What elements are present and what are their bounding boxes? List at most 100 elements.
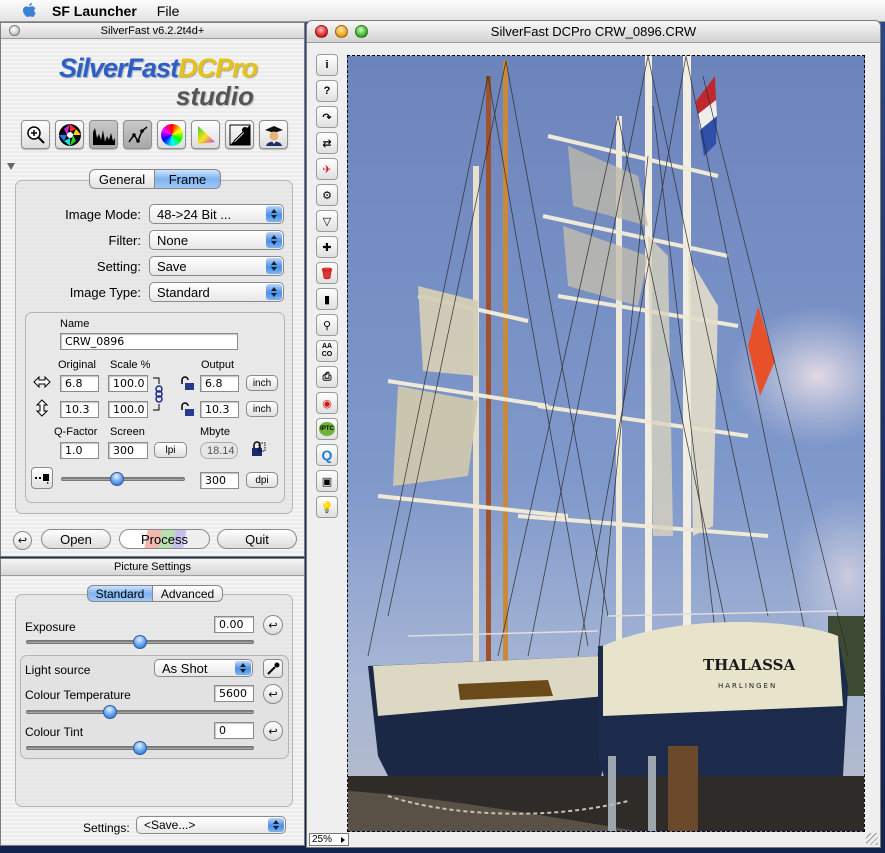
histogram-tool[interactable] (89, 120, 118, 149)
popup-arrows-icon (268, 818, 284, 832)
gradation-curve-tool[interactable] (123, 120, 152, 149)
width-unit-button[interactable]: inch (246, 375, 278, 391)
apple-menu-icon[interactable] (20, 2, 38, 20)
frame-options-button[interactable] (31, 467, 53, 489)
color-wheel-shutter-icon (58, 123, 81, 146)
rotate-button[interactable]: ↷ (316, 106, 338, 128)
colour-temperature-field[interactable]: 5600 (214, 685, 254, 702)
preview-image[interactable]: THALASSA HARLINGEN (347, 55, 865, 832)
unlocked-padlock-icon[interactable] (179, 376, 195, 390)
info-button[interactable]: i (316, 54, 338, 76)
ship-port-harlingen: HARLINGEN (718, 682, 777, 690)
palette-titlebar[interactable]: SilverFast v6.2.2t4d+ (1, 23, 304, 39)
colour-temperature-slider-track[interactable] (26, 710, 254, 714)
job-manager-icon: ▣ (321, 475, 333, 488)
chain-link-icon[interactable] (151, 376, 165, 412)
image-mode-label: Image Mode: (65, 207, 141, 222)
unlocked-padlock-icon[interactable] (179, 402, 195, 416)
delete-frame-button[interactable]: 🗑 (316, 262, 338, 284)
zoom-arrow-icon (341, 836, 345, 843)
print-button[interactable]: ⎙ (316, 366, 338, 388)
resize-grip[interactable] (866, 833, 878, 845)
tab-general[interactable]: General (89, 169, 155, 189)
tab-frame[interactable]: Frame (155, 169, 221, 189)
exposure-field[interactable]: 0.00 (214, 616, 254, 633)
app-menu[interactable]: SF Launcher (52, 3, 137, 19)
qfactor-field[interactable]: 1.0 (60, 442, 99, 459)
white-balance-picker-button[interactable] (263, 659, 283, 678)
screen-unit-button[interactable]: lpi (154, 442, 187, 458)
colour-tint-field[interactable]: 0 (214, 722, 254, 739)
unsharp-mask-tool[interactable] (225, 120, 254, 149)
settings-popup[interactable]: <Save...> (136, 816, 286, 834)
original-height-field[interactable]: 10.3 (60, 401, 99, 418)
global-color-tool[interactable] (157, 120, 186, 149)
quit-button[interactable]: Quit (217, 529, 297, 549)
minimize-button[interactable] (335, 25, 348, 38)
resolution-field[interactable]: 300 (200, 472, 239, 489)
colour-temperature-reset-button[interactable]: ↩ (263, 684, 283, 704)
aaco-button[interactable]: AA CO (316, 340, 338, 362)
image-type-label: Image Type: (69, 285, 141, 300)
image-mode-popup[interactable]: 48->24 Bit ... (149, 204, 284, 224)
height-unit-button[interactable]: inch (246, 401, 278, 417)
curve-icon (127, 125, 147, 143)
image-type-popup[interactable]: Standard (149, 282, 284, 302)
zoom-level-value: 25% (312, 834, 333, 845)
output-height-field[interactable]: 10.3 (200, 401, 239, 418)
exposure-reset-button[interactable]: ↩ (263, 615, 283, 635)
joystick-icon: ⚲ (322, 319, 332, 332)
job-manager-button[interactable]: ▣ (316, 470, 338, 492)
resolution-unit-button[interactable]: dpi (246, 472, 278, 488)
tab-standard[interactable]: Standard (87, 585, 153, 602)
exposure-slider-thumb[interactable] (133, 635, 147, 649)
screen-label: Screen (110, 426, 145, 438)
bit-depth-button[interactable]: ▮ (316, 288, 338, 310)
resolution-slider-thumb[interactable] (109, 472, 124, 486)
picture-settings-titlebar[interactable]: Picture Settings (1, 559, 304, 576)
reset-button[interactable]: ↩ (13, 531, 32, 550)
help-button[interactable]: ? (316, 80, 338, 102)
auto-adjust-button[interactable]: ⚙ (316, 184, 338, 206)
file-menu[interactable]: File (157, 3, 180, 19)
disclosure-triangle-icon[interactable] (7, 163, 15, 170)
screen-field[interactable]: 300 (108, 442, 148, 459)
tips-button[interactable]: 💡 (316, 496, 338, 518)
densitometer-button[interactable]: ▽ (316, 210, 338, 232)
output-width-field[interactable]: 6.8 (200, 375, 239, 392)
preview-titlebar[interactable]: SilverFast DCPro CRW_0896.CRW (307, 21, 880, 43)
file-size-lock-icon[interactable] (250, 441, 266, 457)
selective-color-tool[interactable] (55, 120, 84, 149)
name-field[interactable]: CRW_0896 (60, 333, 238, 350)
close-button[interactable] (315, 25, 328, 38)
process-button[interactable]: Process (119, 529, 210, 549)
zoom-button[interactable] (355, 25, 368, 38)
mirror-button[interactable]: ⇄ (316, 132, 338, 154)
joystick-button[interactable]: ⚲ (316, 314, 338, 336)
setting-label: Setting: (96, 259, 141, 274)
open-button[interactable]: Open (41, 529, 111, 549)
setting-popup[interactable]: Save (149, 256, 284, 276)
original-width-field[interactable]: 6.8 (60, 375, 99, 392)
filter-value: None (157, 232, 189, 248)
popup-arrows-icon (266, 258, 282, 274)
magnifier-tool[interactable] (21, 120, 50, 149)
quicktime-button[interactable]: Q (316, 444, 338, 466)
expert-dialog-tool[interactable] (259, 120, 288, 149)
prescan-button[interactable]: ✈ (316, 158, 338, 180)
red-eye-button[interactable]: ◉ (316, 392, 338, 414)
colour-tint-reset-button[interactable]: ↩ (263, 721, 283, 741)
iptc-button[interactable]: IPTC (316, 418, 338, 440)
tab-advanced[interactable]: Advanced (153, 585, 223, 602)
auto-adjust-icon: ⚙ (322, 189, 332, 202)
colour-tint-slider-thumb[interactable] (133, 741, 147, 755)
filter-popup[interactable]: None (149, 230, 284, 250)
iptc-icon: IPTC (319, 422, 335, 436)
scale-height-field[interactable]: 100.0 (108, 401, 148, 418)
palette-close-button[interactable] (9, 25, 20, 36)
selective-color-correction-tool[interactable] (191, 120, 220, 149)
light-source-popup[interactable]: As Shot (154, 659, 253, 677)
add-frame-button[interactable]: ✚ (316, 236, 338, 258)
scale-width-field[interactable]: 100.0 (108, 375, 148, 392)
zoom-level-popup[interactable]: 25% (309, 833, 349, 846)
